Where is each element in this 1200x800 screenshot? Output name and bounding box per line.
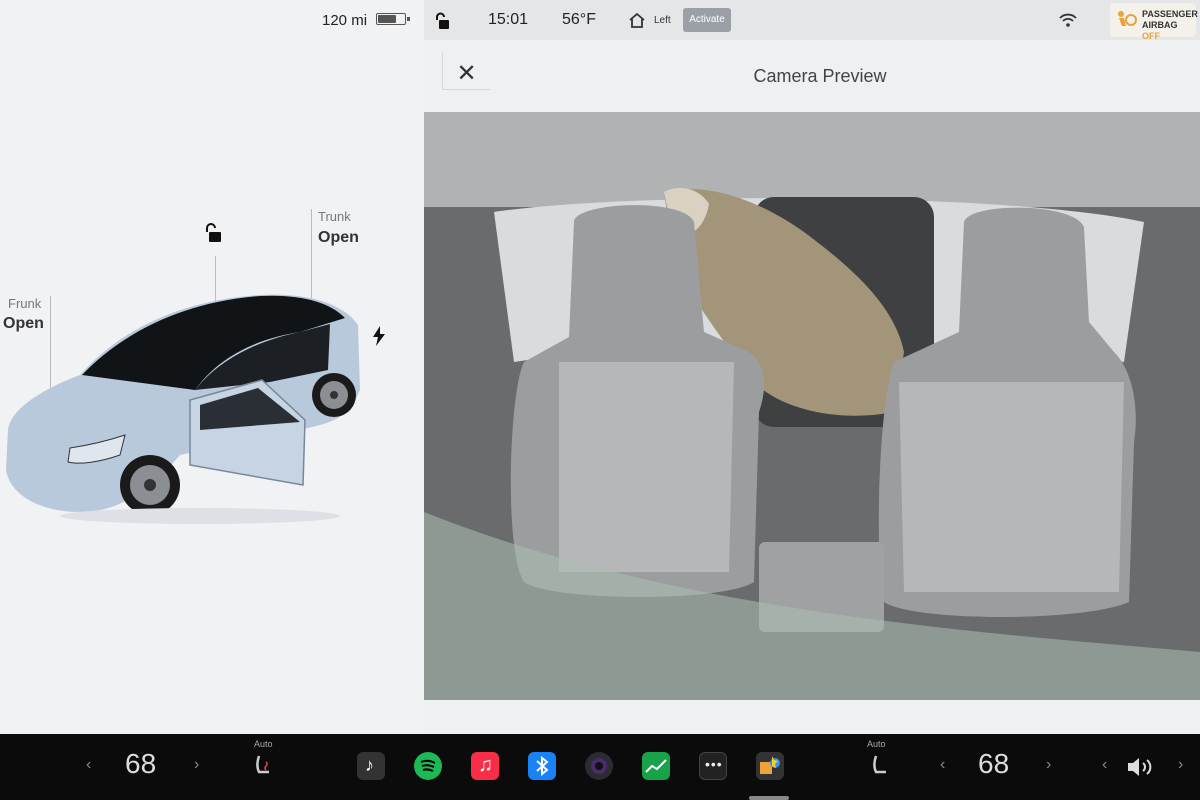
passenger-seat-mode: Auto [867, 739, 886, 749]
driver-temp-down-chevron-icon[interactable]: ‹ [86, 756, 91, 774]
driver-seat-heater-icon[interactable] [253, 754, 275, 778]
driver-temperature[interactable]: 68 [125, 748, 156, 780]
range-readout: 120 mi [322, 12, 368, 29]
trunk-label: Trunk [318, 209, 351, 224]
volume-down-chevron-icon[interactable]: ‹ [1102, 756, 1107, 774]
home-indicator[interactable] [749, 796, 789, 800]
apple-music-app-icon[interactable]: ♫ [471, 752, 499, 780]
homelink-label: Left [654, 15, 671, 26]
driver-temp-up-chevron-icon[interactable]: › [194, 756, 199, 774]
music-app-icon[interactable]: ♪ [357, 752, 385, 780]
arcade-app-icon[interactable] [756, 752, 784, 780]
close-icon[interactable]: ✕ [456, 60, 476, 87]
volume-icon[interactable] [1126, 755, 1160, 779]
camera-footer [424, 700, 1200, 734]
battery-icon [376, 13, 410, 25]
volume-up-chevron-icon[interactable]: › [1178, 756, 1183, 774]
airbag-text-line2: AIRBAG OFF [1142, 20, 1178, 41]
vehicle-panel: 120 mi Frunk Open Trunk Open [0, 0, 424, 734]
passenger-temp-up-chevron-icon[interactable]: › [1046, 756, 1051, 774]
spotify-app-icon[interactable] [414, 752, 442, 780]
status-bar [424, 0, 1200, 40]
passenger-airbag-indicator: PASSENGER AIRBAG OFF [1110, 3, 1198, 41]
car-illustration [6, 294, 360, 524]
homelink-icon[interactable] [628, 11, 646, 29]
camera-app-icon[interactable] [585, 752, 613, 780]
homelink-activate-button[interactable]: Activate [683, 8, 731, 32]
unlocked-icon[interactable] [434, 12, 452, 30]
more-apps-icon[interactable]: ••• [699, 752, 727, 780]
passenger-temp-down-chevron-icon[interactable]: ‹ [940, 756, 945, 774]
passenger-temperature[interactable]: 68 [978, 748, 1009, 780]
trunk-open-button[interactable]: Open [318, 229, 359, 247]
driver-seat-mode: Auto [254, 739, 273, 749]
wifi-icon [1059, 13, 1077, 27]
airbag-text-line1: PASSENGER [1142, 9, 1198, 19]
clock: 15:01 [488, 11, 529, 28]
outside-temperature: 56°F [562, 11, 596, 28]
camera-title: Camera Preview [753, 66, 887, 86]
cabin-camera-image [424, 112, 1200, 700]
unlocked-icon[interactable] [203, 222, 225, 244]
passenger-seat-icon[interactable] [868, 754, 890, 778]
camera-feed [424, 112, 1200, 700]
battery-fill [378, 15, 396, 23]
airbag-icon [1118, 11, 1137, 26]
bluetooth-app-icon[interactable] [528, 752, 556, 780]
stocks-app-icon[interactable] [642, 752, 670, 780]
close-button[interactable]: ✕ [442, 52, 490, 90]
